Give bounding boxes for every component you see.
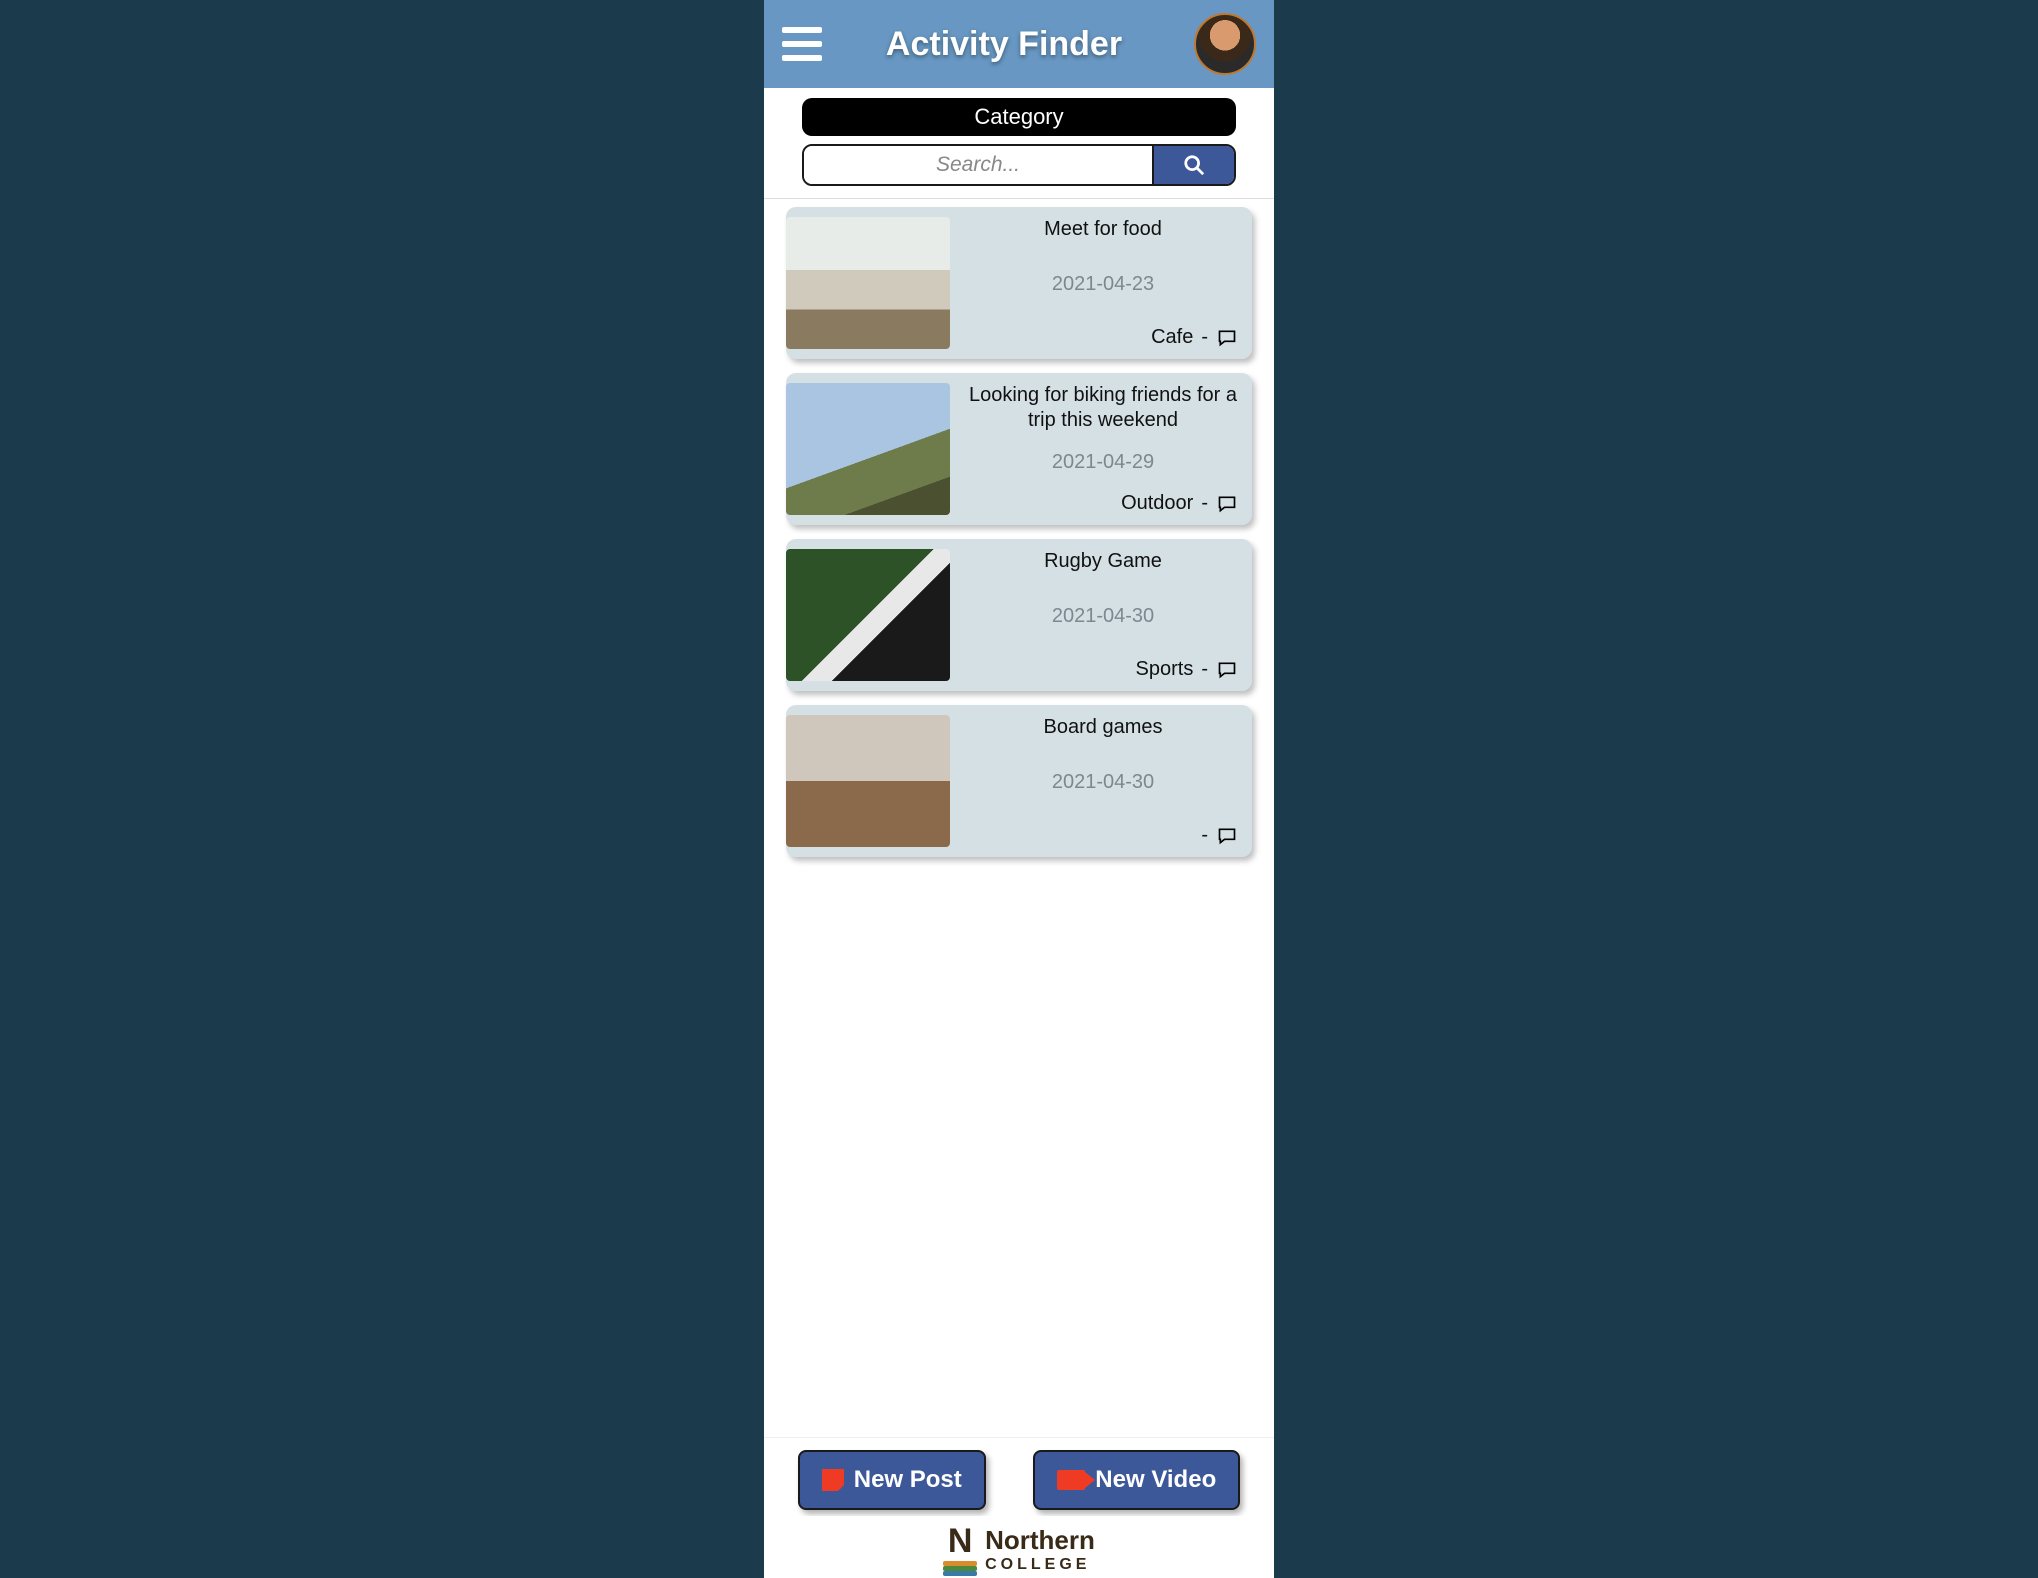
activity-card[interactable]: Board games 2021-04-30 - (786, 705, 1252, 857)
activity-date: 2021-04-29 (968, 451, 1238, 474)
activity-thumbnail (786, 217, 950, 349)
activity-card-body: Meet for food 2021-04-23 Cafe - (950, 207, 1252, 359)
footer-logo: N Northern COLLEGE (764, 1516, 1274, 1578)
search-icon (1183, 154, 1205, 176)
comment-icon[interactable] (1216, 826, 1238, 846)
activity-footer: Sports - (968, 658, 1238, 681)
new-video-button[interactable]: New Video (1033, 1450, 1240, 1510)
activity-title: Meet for food (968, 217, 1238, 242)
activity-category: Sports (1136, 658, 1194, 681)
activity-card-body: Looking for biking friends for a trip th… (950, 373, 1252, 525)
activity-card[interactable]: Meet for food 2021-04-23 Cafe - (786, 207, 1252, 359)
bottom-action-bar: New Post New Video (764, 1437, 1274, 1516)
search-button[interactable] (1152, 146, 1234, 184)
comment-icon[interactable] (1216, 660, 1238, 680)
category-separator: - (1201, 658, 1208, 681)
activity-card[interactable]: Rugby Game 2021-04-30 Sports - (786, 539, 1252, 691)
activity-footer: Cafe - (968, 326, 1238, 349)
activity-thumbnail (786, 383, 950, 515)
activity-title: Rugby Game (968, 549, 1238, 574)
activity-footer: Outdoor - (968, 492, 1238, 515)
activity-date: 2021-04-30 (968, 771, 1238, 794)
search-input[interactable] (804, 146, 1152, 184)
activity-card[interactable]: Looking for biking friends for a trip th… (786, 373, 1252, 525)
category-separator: - (1201, 824, 1208, 847)
app-header: Activity Finder (764, 0, 1274, 88)
activity-thumbnail (786, 549, 950, 681)
logo-letter: N (948, 1522, 973, 1561)
footer-brand-line2: COLLEGE (985, 1556, 1090, 1574)
activity-title: Board games (968, 715, 1238, 740)
footer-brand-line1: Northern (985, 1525, 1095, 1556)
profile-avatar[interactable] (1194, 13, 1256, 75)
activity-category: Outdoor (1121, 492, 1193, 515)
activity-feed[interactable]: Meet for food 2021-04-23 Cafe - Looking … (764, 199, 1274, 1437)
activity-date: 2021-04-23 (968, 273, 1238, 296)
comment-icon[interactable] (1216, 494, 1238, 514)
new-post-button[interactable]: New Post (798, 1450, 986, 1510)
filter-bar: Category (764, 88, 1274, 199)
activity-card-body: Board games 2021-04-30 - (950, 705, 1252, 857)
note-icon (822, 1469, 844, 1491)
activity-footer: - (968, 824, 1238, 847)
app-title: Activity Finder (814, 25, 1194, 64)
activity-category: Cafe (1151, 326, 1193, 349)
video-icon (1057, 1470, 1085, 1490)
new-video-label: New Video (1095, 1466, 1216, 1494)
activity-thumbnail (786, 715, 950, 847)
app-frame: Activity Finder Category Meet for food 2… (764, 0, 1274, 1578)
category-dropdown[interactable]: Category (802, 98, 1236, 136)
activity-card-body: Rugby Game 2021-04-30 Sports - (950, 539, 1252, 691)
category-separator: - (1201, 492, 1208, 515)
logo-bars-icon (943, 1561, 977, 1576)
new-post-label: New Post (854, 1466, 962, 1494)
search-row (802, 144, 1236, 186)
category-separator: - (1201, 326, 1208, 349)
activity-date: 2021-04-30 (968, 605, 1238, 628)
comment-icon[interactable] (1216, 328, 1238, 348)
activity-title: Looking for biking friends for a trip th… (968, 383, 1238, 433)
